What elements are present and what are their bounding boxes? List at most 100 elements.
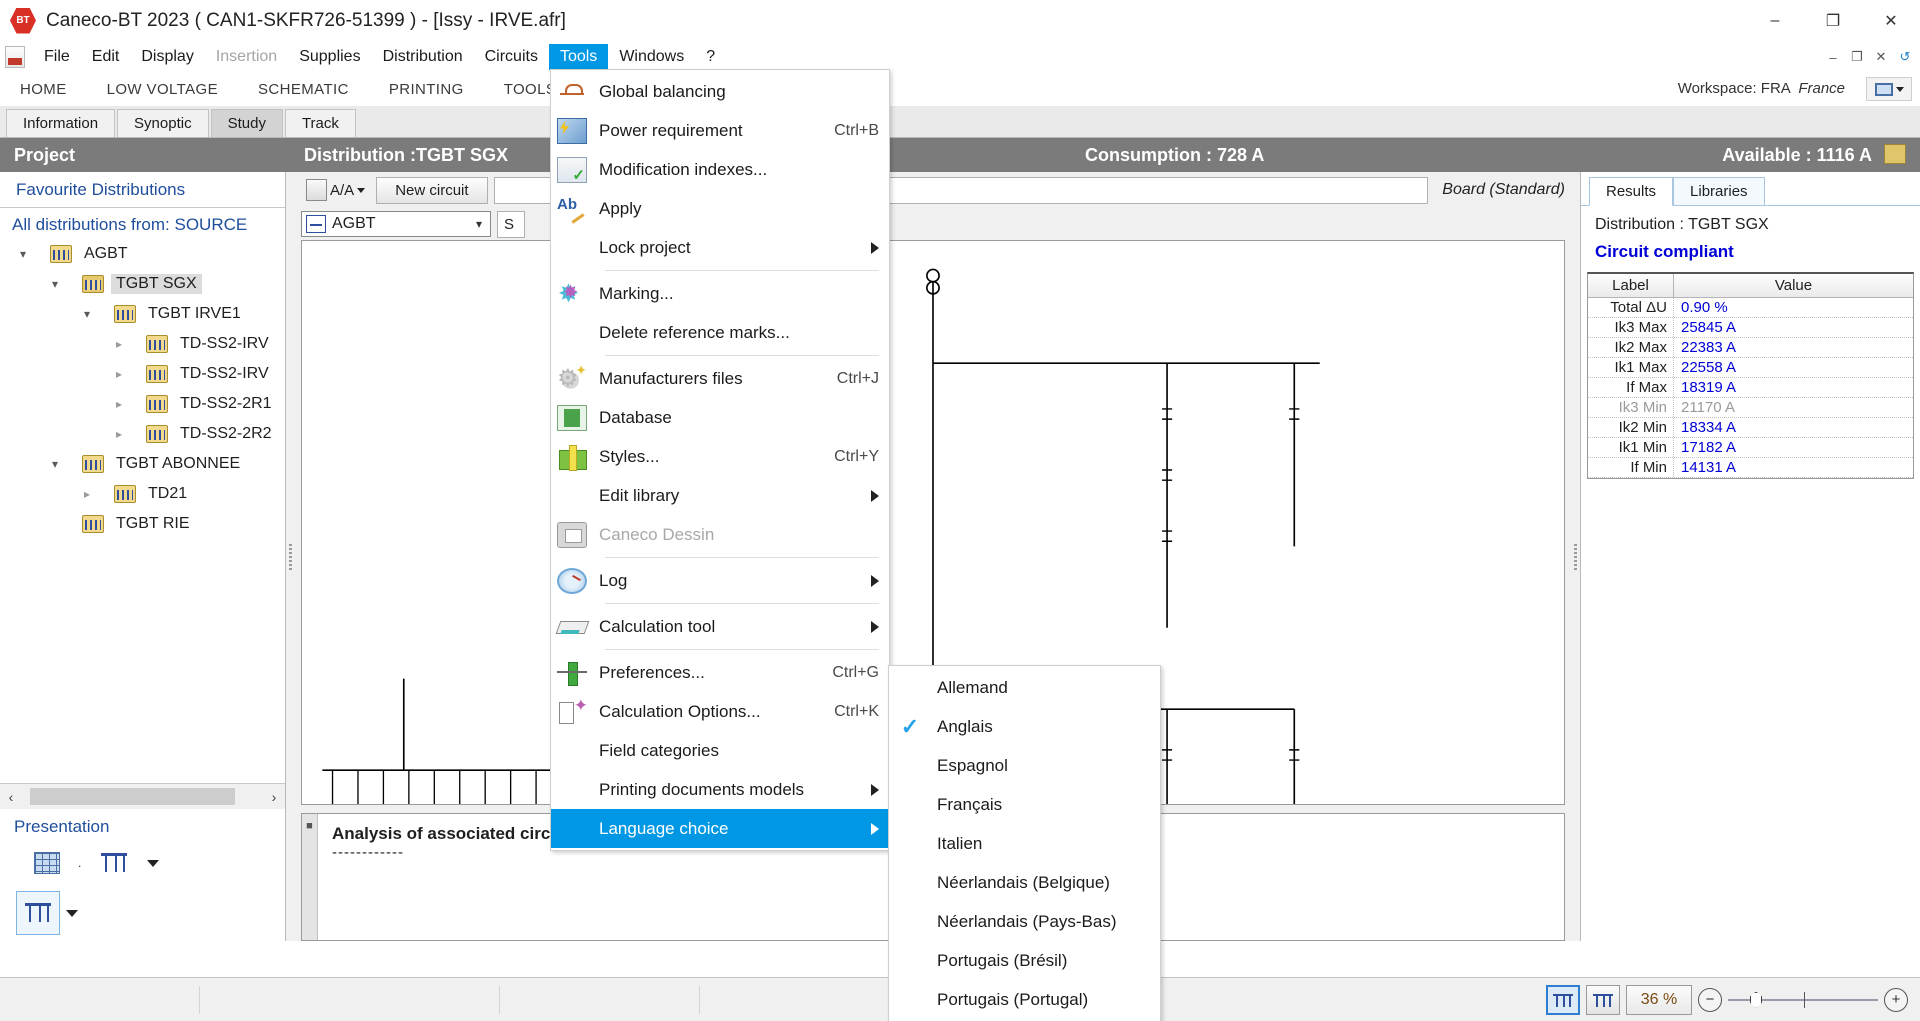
minimize-button[interactable]: – xyxy=(1746,0,1804,42)
chevron-right-icon[interactable]: ▸ xyxy=(110,397,128,411)
tree-horizontal-scrollbar[interactable]: ‹ › xyxy=(0,783,285,809)
menu-item-database[interactable]: Database xyxy=(551,398,889,437)
right-splitter[interactable] xyxy=(1571,172,1580,941)
tree-item-td-ss2-2r2[interactable]: ▸ TD-SS2-2R2 xyxy=(0,419,285,449)
menu-item-marking[interactable]: Marking... xyxy=(551,274,889,313)
language-item-anglais[interactable]: ✓ Anglais xyxy=(889,707,1160,746)
menu-tools[interactable]: Tools xyxy=(548,44,609,70)
table-row[interactable]: Ik2 Min 18334 A xyxy=(1588,418,1913,438)
menu-item-delete-reference-marks[interactable]: Delete reference marks... xyxy=(551,313,889,352)
tree-item-td-ss2-irv-1[interactable]: ▸ TD-SS2-IRV xyxy=(0,329,285,359)
chevron-right-icon[interactable]: ▸ xyxy=(110,367,128,381)
table-row[interactable]: Ik3 Min 21170 A xyxy=(1588,398,1913,418)
ribbon-tab-home[interactable]: HOME xyxy=(0,76,87,103)
chevron-right-icon[interactable]: ▸ xyxy=(110,427,128,441)
table-row[interactable]: Total ΔU 0.90 % xyxy=(1588,298,1913,318)
zoom-out-button[interactable]: − xyxy=(1698,987,1722,1012)
menu-item-language-choice[interactable]: Language choice xyxy=(551,809,889,848)
tab-study[interactable]: Study xyxy=(210,109,283,137)
mdi-minimize-button[interactable]: – xyxy=(1822,46,1844,68)
mdi-refresh-icon[interactable]: ↺ xyxy=(1894,46,1916,68)
ribbon-tab-printing[interactable]: PRINTING xyxy=(369,76,484,103)
language-item-portugais-bresil[interactable]: Portugais (Brésil) xyxy=(889,941,1160,980)
distribution-combo[interactable]: AGBT ▾ xyxy=(301,211,491,237)
menu-distribution[interactable]: Distribution xyxy=(372,44,474,70)
chevron-down-icon[interactable] xyxy=(66,909,78,917)
chevron-down-icon[interactable]: ▾ xyxy=(14,247,32,261)
menu-item-modification-indexes[interactable]: Modification indexes... xyxy=(551,150,889,189)
scroll-track[interactable] xyxy=(22,788,263,805)
scroll-right-icon[interactable]: › xyxy=(263,789,285,805)
table-row[interactable]: Ik1 Max 22558 A xyxy=(1588,358,1913,378)
table-row[interactable]: If Min 14131 A xyxy=(1588,458,1913,478)
table-view-icon[interactable] xyxy=(34,852,60,874)
tree-item-td-ss2-irv-2[interactable]: ▸ TD-SS2-IRV xyxy=(0,359,285,389)
zoom-level[interactable]: 36 % xyxy=(1626,984,1692,1015)
left-splitter[interactable] xyxy=(286,172,295,941)
language-item-francais[interactable]: Français xyxy=(889,785,1160,824)
menu-supplies[interactable]: Supplies xyxy=(288,44,371,70)
table-row[interactable]: Ik1 Min 17182 A xyxy=(1588,438,1913,458)
tab-track[interactable]: Track xyxy=(284,109,356,137)
language-item-italien[interactable]: Italien xyxy=(889,824,1160,863)
menu-item-preferences[interactable]: Preferences... Ctrl+G xyxy=(551,653,889,692)
scroll-thumb[interactable] xyxy=(30,788,235,805)
schematic-view-icon[interactable] xyxy=(99,850,129,876)
table-row[interactable]: If Max 18319 A xyxy=(1588,378,1913,398)
menu-circuits[interactable]: Circuits xyxy=(474,44,549,70)
tree-item-td21[interactable]: ▸ TD21 xyxy=(0,479,285,509)
menu-item-field-categories[interactable]: Field categories xyxy=(551,731,889,770)
menu-item-styles[interactable]: Styles... Ctrl+Y xyxy=(551,437,889,476)
chevron-down-icon[interactable]: ▾ xyxy=(468,217,490,231)
scroll-left-icon[interactable]: ‹ xyxy=(0,789,22,805)
chevron-down-icon[interactable]: ▾ xyxy=(78,307,96,321)
menu-item-apply[interactable]: Apply xyxy=(551,189,889,228)
search-field[interactable]: S xyxy=(497,210,525,238)
table-row[interactable]: Ik3 Max 25845 A xyxy=(1588,318,1913,338)
language-item-neerlandais-pays-bas[interactable]: Néerlandais (Pays-Bas) xyxy=(889,902,1160,941)
single-line-view-toggle[interactable] xyxy=(1546,984,1580,1015)
menu-item-log[interactable]: Log xyxy=(551,561,889,600)
mdi-restore-button[interactable]: ❐ xyxy=(1846,46,1868,68)
tab-synoptic[interactable]: Synoptic xyxy=(117,109,209,137)
zoom-slider[interactable] xyxy=(1728,991,1878,1008)
tree-item-agbt[interactable]: ▾ AGBT xyxy=(0,239,285,269)
ribbon-tab-schematic[interactable]: SCHEMATIC xyxy=(238,76,369,103)
language-item-portugais-portugal[interactable]: Portugais (Portugal) xyxy=(889,980,1160,1019)
display-settings-button[interactable] xyxy=(1866,77,1912,101)
menu-help[interactable]: ? xyxy=(695,44,726,70)
chevron-down-icon[interactable]: ▾ xyxy=(46,457,64,471)
menu-item-global-balancing[interactable]: Global balancing xyxy=(551,72,889,111)
tab-libraries[interactable]: Libraries xyxy=(1673,177,1765,205)
multi-line-view-toggle[interactable] xyxy=(1586,984,1620,1015)
chevron-down-icon[interactable]: ▾ xyxy=(46,277,64,291)
tree-item-tgbt-sgx[interactable]: ▾ TGBT SGX xyxy=(0,269,285,299)
menu-item-manufacturers-files[interactable]: Manufacturers files Ctrl+J xyxy=(551,359,889,398)
tree-item-td-ss2-2r1[interactable]: ▸ TD-SS2-2R1 xyxy=(0,389,285,419)
menu-item-lock-project[interactable]: Lock project xyxy=(551,228,889,267)
language-item-neerlandais-belgique[interactable]: Néerlandais (Belgique) xyxy=(889,863,1160,902)
language-item-allemand[interactable]: Allemand xyxy=(889,668,1160,707)
menu-edit[interactable]: Edit xyxy=(81,44,131,70)
chevron-right-icon[interactable]: ▸ xyxy=(110,337,128,351)
menu-item-calculation-options[interactable]: Calculation Options... Ctrl+K xyxy=(551,692,889,731)
menu-item-edit-library[interactable]: Edit library xyxy=(551,476,889,515)
mdi-close-button[interactable]: ✕ xyxy=(1870,46,1892,68)
chevron-down-icon[interactable] xyxy=(147,859,160,867)
menu-item-printing-documents-models[interactable]: Printing documents models xyxy=(551,770,889,809)
zoom-in-button[interactable]: + xyxy=(1884,987,1908,1012)
menu-windows[interactable]: Windows xyxy=(608,44,695,70)
tab-results[interactable]: Results xyxy=(1589,177,1674,206)
tree-item-tgbt-abonnee[interactable]: ▾ TGBT ABONNEE xyxy=(0,449,285,479)
language-submenu-popup[interactable]: Allemand ✓ Anglais Espagnol Français Ita… xyxy=(888,665,1161,1021)
aa-button[interactable]: A/A xyxy=(301,179,370,201)
tree-item-tgbt-irve1[interactable]: ▾ TGBT IRVE1 xyxy=(0,299,285,329)
restore-button[interactable]: ❐ xyxy=(1804,0,1862,42)
distribution-tree[interactable]: All distributions from: SOURCE ▾ AGBT ▾ … xyxy=(0,208,285,783)
new-circuit-button[interactable]: New circuit xyxy=(376,176,488,204)
menu-item-calculation-tool[interactable]: Calculation tool xyxy=(551,607,889,646)
ribbon-tab-low-voltage[interactable]: LOW VOLTAGE xyxy=(87,76,238,103)
close-button[interactable]: ✕ xyxy=(1862,0,1920,42)
language-item-espagnol[interactable]: Espagnol xyxy=(889,746,1160,785)
chevron-right-icon[interactable]: ▸ xyxy=(78,487,96,501)
